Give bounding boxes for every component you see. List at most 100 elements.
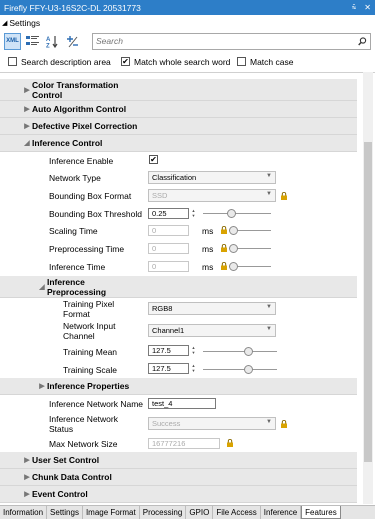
category-list-icon [26, 35, 39, 45]
tab-gpio[interactable]: GPIO [186, 506, 214, 519]
expand-arrow-icon[interactable]: ▶ [22, 122, 32, 130]
expression-button[interactable] [64, 33, 81, 50]
lock-icon [221, 262, 227, 270]
tab-information[interactable]: Information [0, 506, 48, 519]
prop-inference-network-name: Inference Network Name test_4 [0, 395, 357, 412]
training-mean-slider[interactable] [203, 347, 277, 356]
pin-icon[interactable]: ⩯ [352, 3, 357, 13]
search-icon[interactable] [358, 36, 367, 46]
prop-inference-time: Inference Time 0 ms [0, 258, 357, 276]
expand-arrow-icon[interactable]: ▶ [22, 105, 32, 113]
expand-arrow-icon[interactable]: ▶ [22, 473, 32, 481]
training-scale-input[interactable]: 127.5 [148, 363, 189, 374]
category-defective-pixel[interactable]: ▶ Defective Pixel Correction [0, 118, 357, 135]
category-inference-preprocessing[interactable]: ◢ Inference Preprocessing [0, 276, 357, 298]
lock-icon [281, 420, 287, 428]
lock-icon [227, 439, 233, 447]
tab-file-access[interactable]: File Access [213, 506, 261, 519]
collapse-arrow-icon[interactable]: ◢ [37, 283, 47, 291]
vertical-scrollbar[interactable] [363, 72, 373, 504]
prop-training-mean: Training Mean 127.5 ▲ ▼ [0, 342, 357, 360]
expand-arrow-icon[interactable]: ▶ [22, 86, 32, 94]
xml-icon: XML [6, 38, 19, 44]
lock-icon [281, 192, 287, 200]
category-view-button[interactable] [24, 33, 41, 50]
search-box[interactable] [92, 32, 371, 50]
match-whole-word-checkbox[interactable]: ✔ Match whole search word [121, 57, 230, 67]
slider-thumb[interactable] [229, 244, 238, 253]
category-event-control[interactable]: ▶ Event Control [0, 486, 357, 503]
slider-thumb[interactable] [244, 347, 253, 356]
prop-preprocessing-time: Preprocessing Time 0 ms [0, 240, 357, 258]
close-icon[interactable]: ✕ [364, 3, 371, 13]
max-network-size-input[interactable]: 16777216 [148, 438, 220, 449]
slider-thumb[interactable] [244, 365, 253, 374]
inference-network-name-input[interactable]: test_4 [148, 398, 216, 409]
prop-inference-network-status: Inference Network Status Success ▼ [0, 412, 357, 435]
collapse-arrow-icon[interactable]: ◢ [22, 139, 32, 147]
slider-thumb[interactable] [229, 226, 238, 235]
training-scale-spinner[interactable]: ▲ ▼ [190, 363, 197, 374]
sort-az-icon: A Z [46, 35, 58, 48]
expand-arrow-icon[interactable]: ▶ [22, 490, 32, 498]
inference-network-status-select[interactable]: Success ▼ [148, 417, 276, 430]
checkbox-box[interactable]: ✔ [121, 57, 130, 66]
bounding-box-threshold-input[interactable]: 0.25 [148, 208, 189, 219]
settings-header[interactable]: ◢ Settings [0, 16, 40, 30]
network-type-select[interactable]: Classification ▼ [148, 171, 276, 184]
slider-thumb[interactable] [229, 262, 238, 271]
category-color-transformation[interactable]: ▶ Color Transformation Control [0, 79, 357, 101]
lock-icon [221, 244, 227, 252]
search-input[interactable] [96, 36, 358, 46]
scaling-time-slider[interactable] [229, 226, 271, 235]
chevron-down-icon[interactable]: ▼ [266, 326, 272, 332]
inference-time-input[interactable]: 0 [148, 261, 189, 272]
match-case-checkbox[interactable]: Match case [237, 57, 293, 67]
training-mean-spinner[interactable]: ▲ ▼ [190, 345, 197, 356]
checkbox-box[interactable] [8, 57, 17, 66]
category-inference-control[interactable]: ◢ Inference Control [0, 135, 357, 152]
slider-thumb[interactable] [227, 209, 236, 218]
prop-network-input-channel: Network Input Channel Channel1 ▼ [0, 320, 357, 342]
category-auto-algorithm[interactable]: ▶ Auto Algorithm Control [0, 101, 357, 118]
category-chunk-data[interactable]: ▶ Chunk Data Control [0, 469, 357, 486]
chevron-down-icon[interactable]: ▼ [266, 191, 272, 197]
expand-arrow-icon[interactable]: ▶ [22, 456, 32, 464]
unit-label: ms [202, 262, 214, 272]
category-user-set[interactable]: ▶ User Set Control [0, 452, 357, 469]
bounding-box-format-select[interactable]: SSD ▼ [148, 189, 276, 202]
scaling-time-input[interactable]: 0 [148, 225, 189, 236]
training-mean-input[interactable]: 127.5 [148, 345, 189, 356]
search-description-checkbox[interactable]: Search description area [8, 57, 111, 67]
training-pixel-format-select[interactable]: RGB8 ▼ [148, 302, 276, 315]
tab-image-format[interactable]: Image Format [83, 506, 140, 519]
prop-inference-enable: Inference Enable ✔ [0, 152, 357, 169]
svg-text:Z: Z [46, 43, 50, 48]
inference-enable-checkbox[interactable]: ✔ [149, 155, 158, 164]
scrollbar-thumb[interactable] [364, 142, 372, 462]
unit-label: ms [202, 226, 214, 236]
tab-features[interactable]: Features [301, 506, 341, 519]
threshold-slider[interactable] [203, 209, 271, 218]
threshold-spinner[interactable]: ▲ ▼ [190, 208, 197, 219]
collapse-arrow-icon[interactable]: ◢ [2, 19, 7, 27]
chevron-down-icon[interactable]: ▼ [266, 304, 272, 310]
tab-settings[interactable]: Settings [47, 506, 83, 519]
network-input-channel-select[interactable]: Channel1 ▼ [148, 324, 276, 337]
category-inference-properties[interactable]: ▶ Inference Properties [0, 378, 357, 395]
preprocessing-time-input[interactable]: 0 [148, 243, 189, 254]
tab-inference[interactable]: Inference [261, 506, 302, 519]
tab-processing[interactable]: Processing [140, 506, 187, 519]
xml-view-button[interactable]: XML [4, 32, 21, 50]
inference-time-slider[interactable] [229, 262, 271, 271]
plus-minus-icon [67, 35, 78, 47]
checkbox-box[interactable] [237, 57, 246, 66]
chevron-down-icon[interactable]: ▼ [266, 419, 272, 425]
chevron-down-icon[interactable]: ▼ [266, 173, 272, 179]
expand-arrow-icon[interactable]: ▶ [37, 382, 47, 390]
alphabetical-sort-button[interactable]: A Z [44, 33, 61, 50]
training-scale-slider[interactable] [203, 365, 277, 374]
preprocessing-time-slider[interactable] [229, 244, 271, 253]
prop-label: Bounding Box Threshold [49, 209, 142, 219]
toolbar: XML A Z [4, 31, 371, 51]
